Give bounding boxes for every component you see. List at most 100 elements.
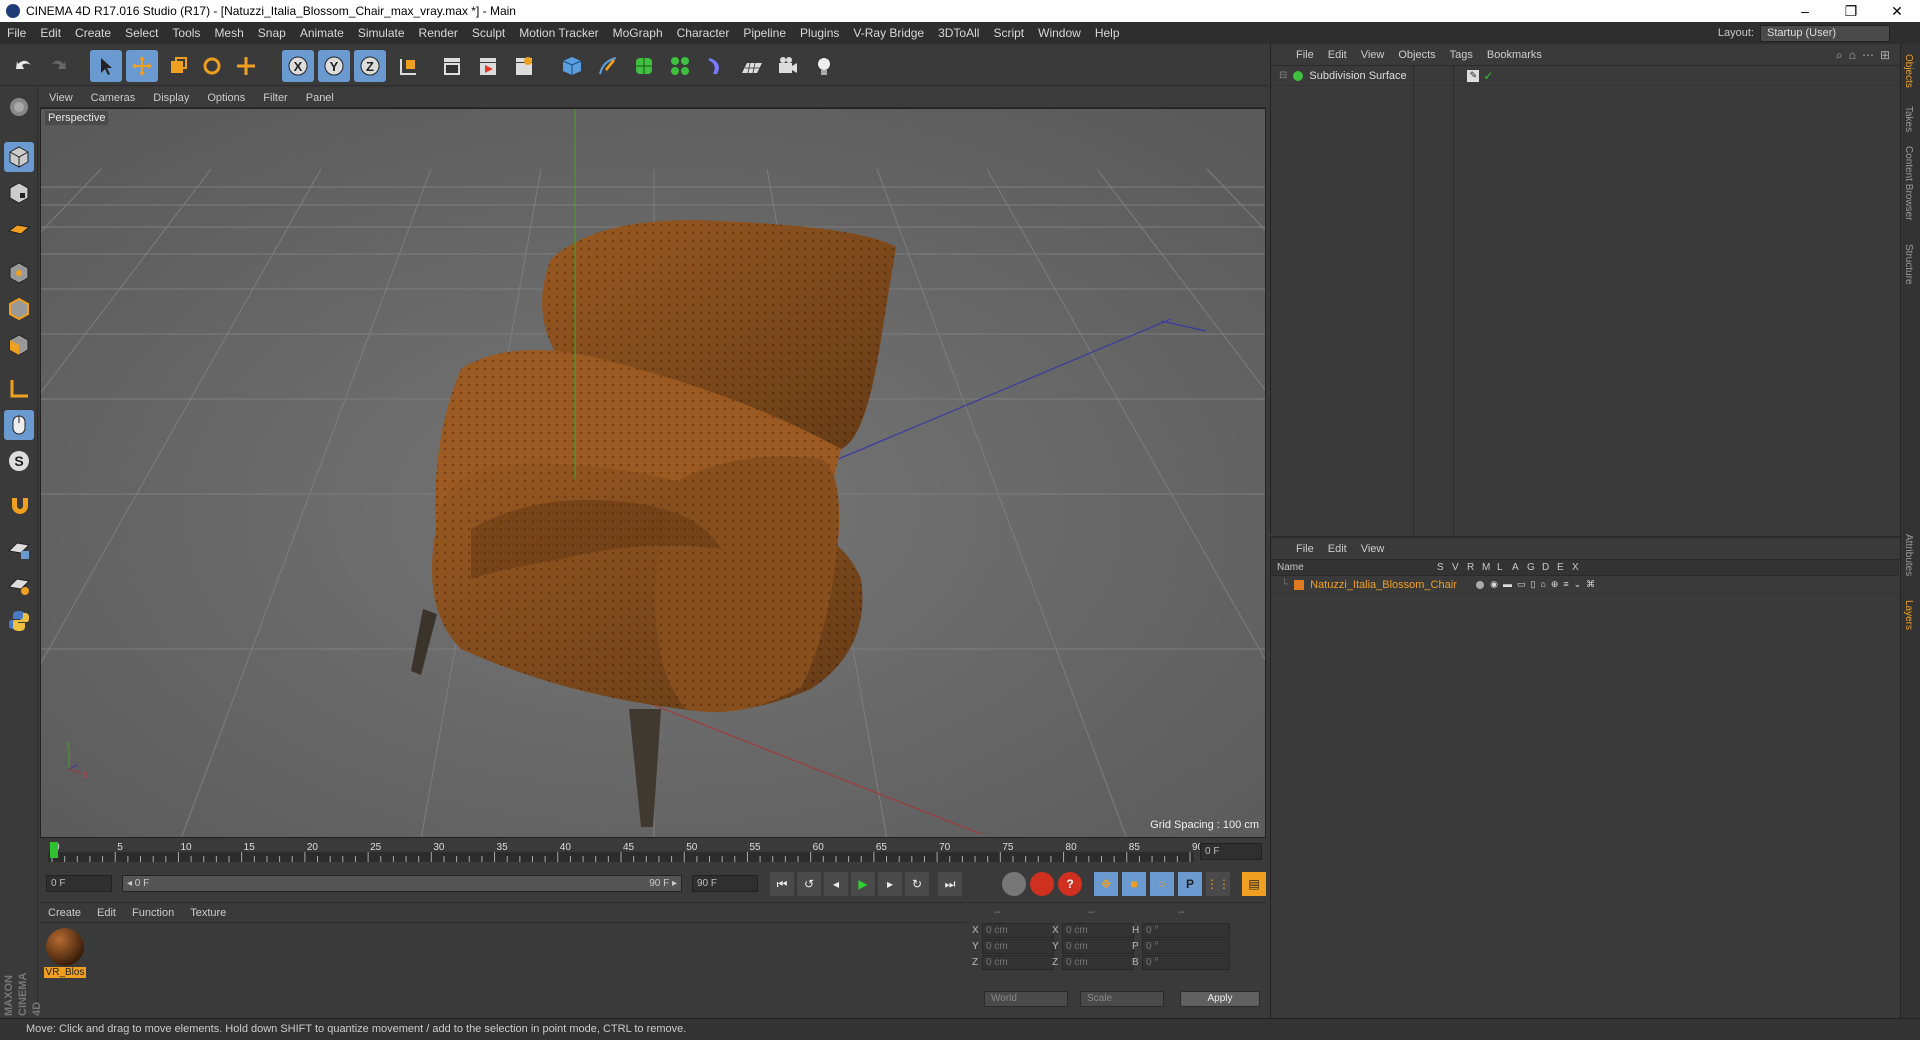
- viewport-perspective[interactable]: y x Perspective Grid Spacing : 100 cm ✥ …: [40, 108, 1266, 838]
- render-view-button[interactable]: [436, 50, 468, 82]
- object-menu-item-0[interactable]: File: [1289, 49, 1321, 61]
- menu-item-4[interactable]: Tools: [165, 26, 207, 40]
- layer-row[interactable]: └ Natuzzi_Italia_Blossom_Chair ◉▬▭▯⌂⊕≡⌄⌘: [1271, 576, 1899, 594]
- layer-column-header[interactable]: X: [1572, 562, 1579, 573]
- next-frame-icon[interactable]: ▸: [878, 872, 902, 896]
- apply-button[interactable]: Apply: [1180, 991, 1260, 1007]
- spline-pen-button[interactable]: [592, 50, 624, 82]
- enabled-check-icon[interactable]: ✓: [1483, 69, 1493, 83]
- light-button[interactable]: [808, 50, 840, 82]
- coord-value-field[interactable]: 0 cm: [982, 955, 1054, 970]
- viewport-menu-item-4[interactable]: Filter: [254, 92, 296, 104]
- edges-mode-button[interactable]: [4, 294, 34, 324]
- home-icon[interactable]: ⌂: [1849, 48, 1856, 63]
- menu-item-19[interactable]: Window: [1031, 26, 1088, 40]
- menu-item-10[interactable]: Sculpt: [465, 26, 512, 40]
- menu-item-15[interactable]: Plugins: [793, 26, 846, 40]
- layer-column-header[interactable]: D: [1542, 562, 1549, 573]
- subdivision-surface-button[interactable]: [628, 50, 660, 82]
- coord-value-field[interactable]: 0 cm: [1062, 923, 1134, 938]
- autokey-icon[interactable]: ?: [1058, 872, 1082, 896]
- layer-column-header[interactable]: E: [1557, 562, 1564, 573]
- menu-item-20[interactable]: Help: [1088, 26, 1127, 40]
- make-editable-button[interactable]: [4, 92, 34, 122]
- model-mode-button[interactable]: [4, 142, 34, 172]
- collapse-icon[interactable]: ⊟: [1279, 70, 1287, 81]
- viewport-menu-item-3[interactable]: Options: [198, 92, 254, 104]
- layer-flags-icons[interactable]: ◉▬▭▯⌂⊕≡⌄⌘: [1490, 579, 1600, 590]
- menu-item-1[interactable]: Edit: [33, 26, 68, 40]
- coord-value-field[interactable]: 0 cm: [982, 923, 1054, 938]
- polygons-mode-button[interactable]: [4, 330, 34, 360]
- material-swatch[interactable]: VR_Blos: [43, 927, 87, 978]
- layer-column-header[interactable]: S: [1437, 562, 1444, 573]
- range-slider[interactable]: ◂ 0 F 90 F ▸: [122, 875, 682, 892]
- timeline-end-field[interactable]: 0 F: [1200, 843, 1262, 860]
- timeline-window-icon[interactable]: ▤: [1242, 872, 1266, 896]
- layer-menu-item-2[interactable]: View: [1354, 543, 1392, 555]
- layer-column-header[interactable]: R: [1467, 562, 1474, 573]
- visibility-toggle-icon[interactable]: ✎: [1467, 69, 1480, 82]
- prev-key-icon[interactable]: ↺: [797, 872, 821, 896]
- layer-menu-item-0[interactable]: File: [1289, 543, 1321, 555]
- camera-button[interactable]: [772, 50, 804, 82]
- menu-item-2[interactable]: Create: [68, 26, 118, 40]
- layer-column-header[interactable]: A: [1512, 562, 1519, 573]
- render-to-picture-viewer-button[interactable]: [472, 50, 504, 82]
- z-axis-button[interactable]: Z: [354, 50, 386, 82]
- current-frame-field[interactable]: 0 F: [46, 875, 112, 892]
- tab-structure[interactable]: Structure: [1903, 244, 1914, 285]
- tab-attributes[interactable]: Attributes: [1903, 534, 1914, 576]
- menu-item-16[interactable]: V-Ray Bridge: [846, 26, 931, 40]
- x-axis-button[interactable]: X: [282, 50, 314, 82]
- grid-snap-button[interactable]: [4, 570, 34, 600]
- coordinate-system-button[interactable]: [392, 50, 424, 82]
- material-menu-item-3[interactable]: Texture: [182, 907, 234, 919]
- viewport-menu-item-1[interactable]: Cameras: [82, 92, 145, 104]
- object-menu-item-1[interactable]: Edit: [1321, 49, 1354, 61]
- coord-value-field[interactable]: 0 °: [1142, 955, 1230, 970]
- goto-end-icon[interactable]: ⏭: [938, 872, 962, 896]
- solo-dot-icon[interactable]: [1476, 580, 1485, 589]
- motion-path-icon[interactable]: [1002, 872, 1026, 896]
- cloner-button[interactable]: [664, 50, 696, 82]
- menu-item-11[interactable]: Motion Tracker: [512, 26, 605, 40]
- y-axis-button[interactable]: Y: [318, 50, 350, 82]
- layout-dropdown[interactable]: Startup (User): [1760, 24, 1890, 42]
- more-icon[interactable]: ⋯: [1862, 48, 1874, 63]
- key-parameter-icon[interactable]: P: [1178, 872, 1202, 896]
- tab-objects[interactable]: Objects: [1903, 54, 1914, 88]
- points-mode-button[interactable]: [4, 258, 34, 288]
- search-icon[interactable]: ⌕: [1836, 48, 1843, 63]
- minimize-button[interactable]: –: [1782, 0, 1828, 22]
- coord-value-field[interactable]: 0 °: [1142, 923, 1230, 938]
- coord-value-field[interactable]: 0 cm: [982, 939, 1054, 954]
- expand-icon[interactable]: ⊞: [1880, 48, 1890, 63]
- menu-item-12[interactable]: MoGraph: [606, 26, 670, 40]
- deformer-button[interactable]: [700, 50, 732, 82]
- live-selection-button[interactable]: [90, 50, 122, 82]
- rotate-tool-button[interactable]: [196, 50, 228, 82]
- menu-item-0[interactable]: File: [0, 26, 33, 40]
- coord-value-field[interactable]: 0 cm: [1062, 955, 1134, 970]
- tab-content-browser[interactable]: Content Browser: [1903, 146, 1914, 220]
- menu-item-17[interactable]: 3DToAll: [931, 26, 986, 40]
- menu-item-6[interactable]: Snap: [251, 26, 293, 40]
- transform-tool-button[interactable]: [230, 50, 262, 82]
- next-key-icon[interactable]: ↻: [905, 872, 929, 896]
- prev-frame-icon[interactable]: ◂: [824, 872, 848, 896]
- goto-start-icon[interactable]: ⏮: [770, 872, 794, 896]
- scale-dropdown[interactable]: Scale: [1080, 991, 1164, 1007]
- viewport-menu-item-2[interactable]: Display: [144, 92, 198, 104]
- object-row[interactable]: ⊟ Subdivision Surface ✎ ✓: [1271, 66, 1899, 86]
- cube-object-button[interactable]: [556, 50, 588, 82]
- max-frame-field[interactable]: 90 F: [692, 875, 758, 892]
- redo-button[interactable]: [42, 50, 74, 82]
- floor-button[interactable]: [736, 50, 768, 82]
- record-key-icon[interactable]: [1030, 872, 1054, 896]
- timeline-ruler[interactable]: 051015202530354045505560657075808590 0 F: [40, 840, 1266, 864]
- snap-button[interactable]: S: [4, 446, 34, 476]
- viewport-menu-item-5[interactable]: Panel: [297, 92, 343, 104]
- scale-tool-button[interactable]: [162, 50, 194, 82]
- python-button[interactable]: [4, 606, 34, 636]
